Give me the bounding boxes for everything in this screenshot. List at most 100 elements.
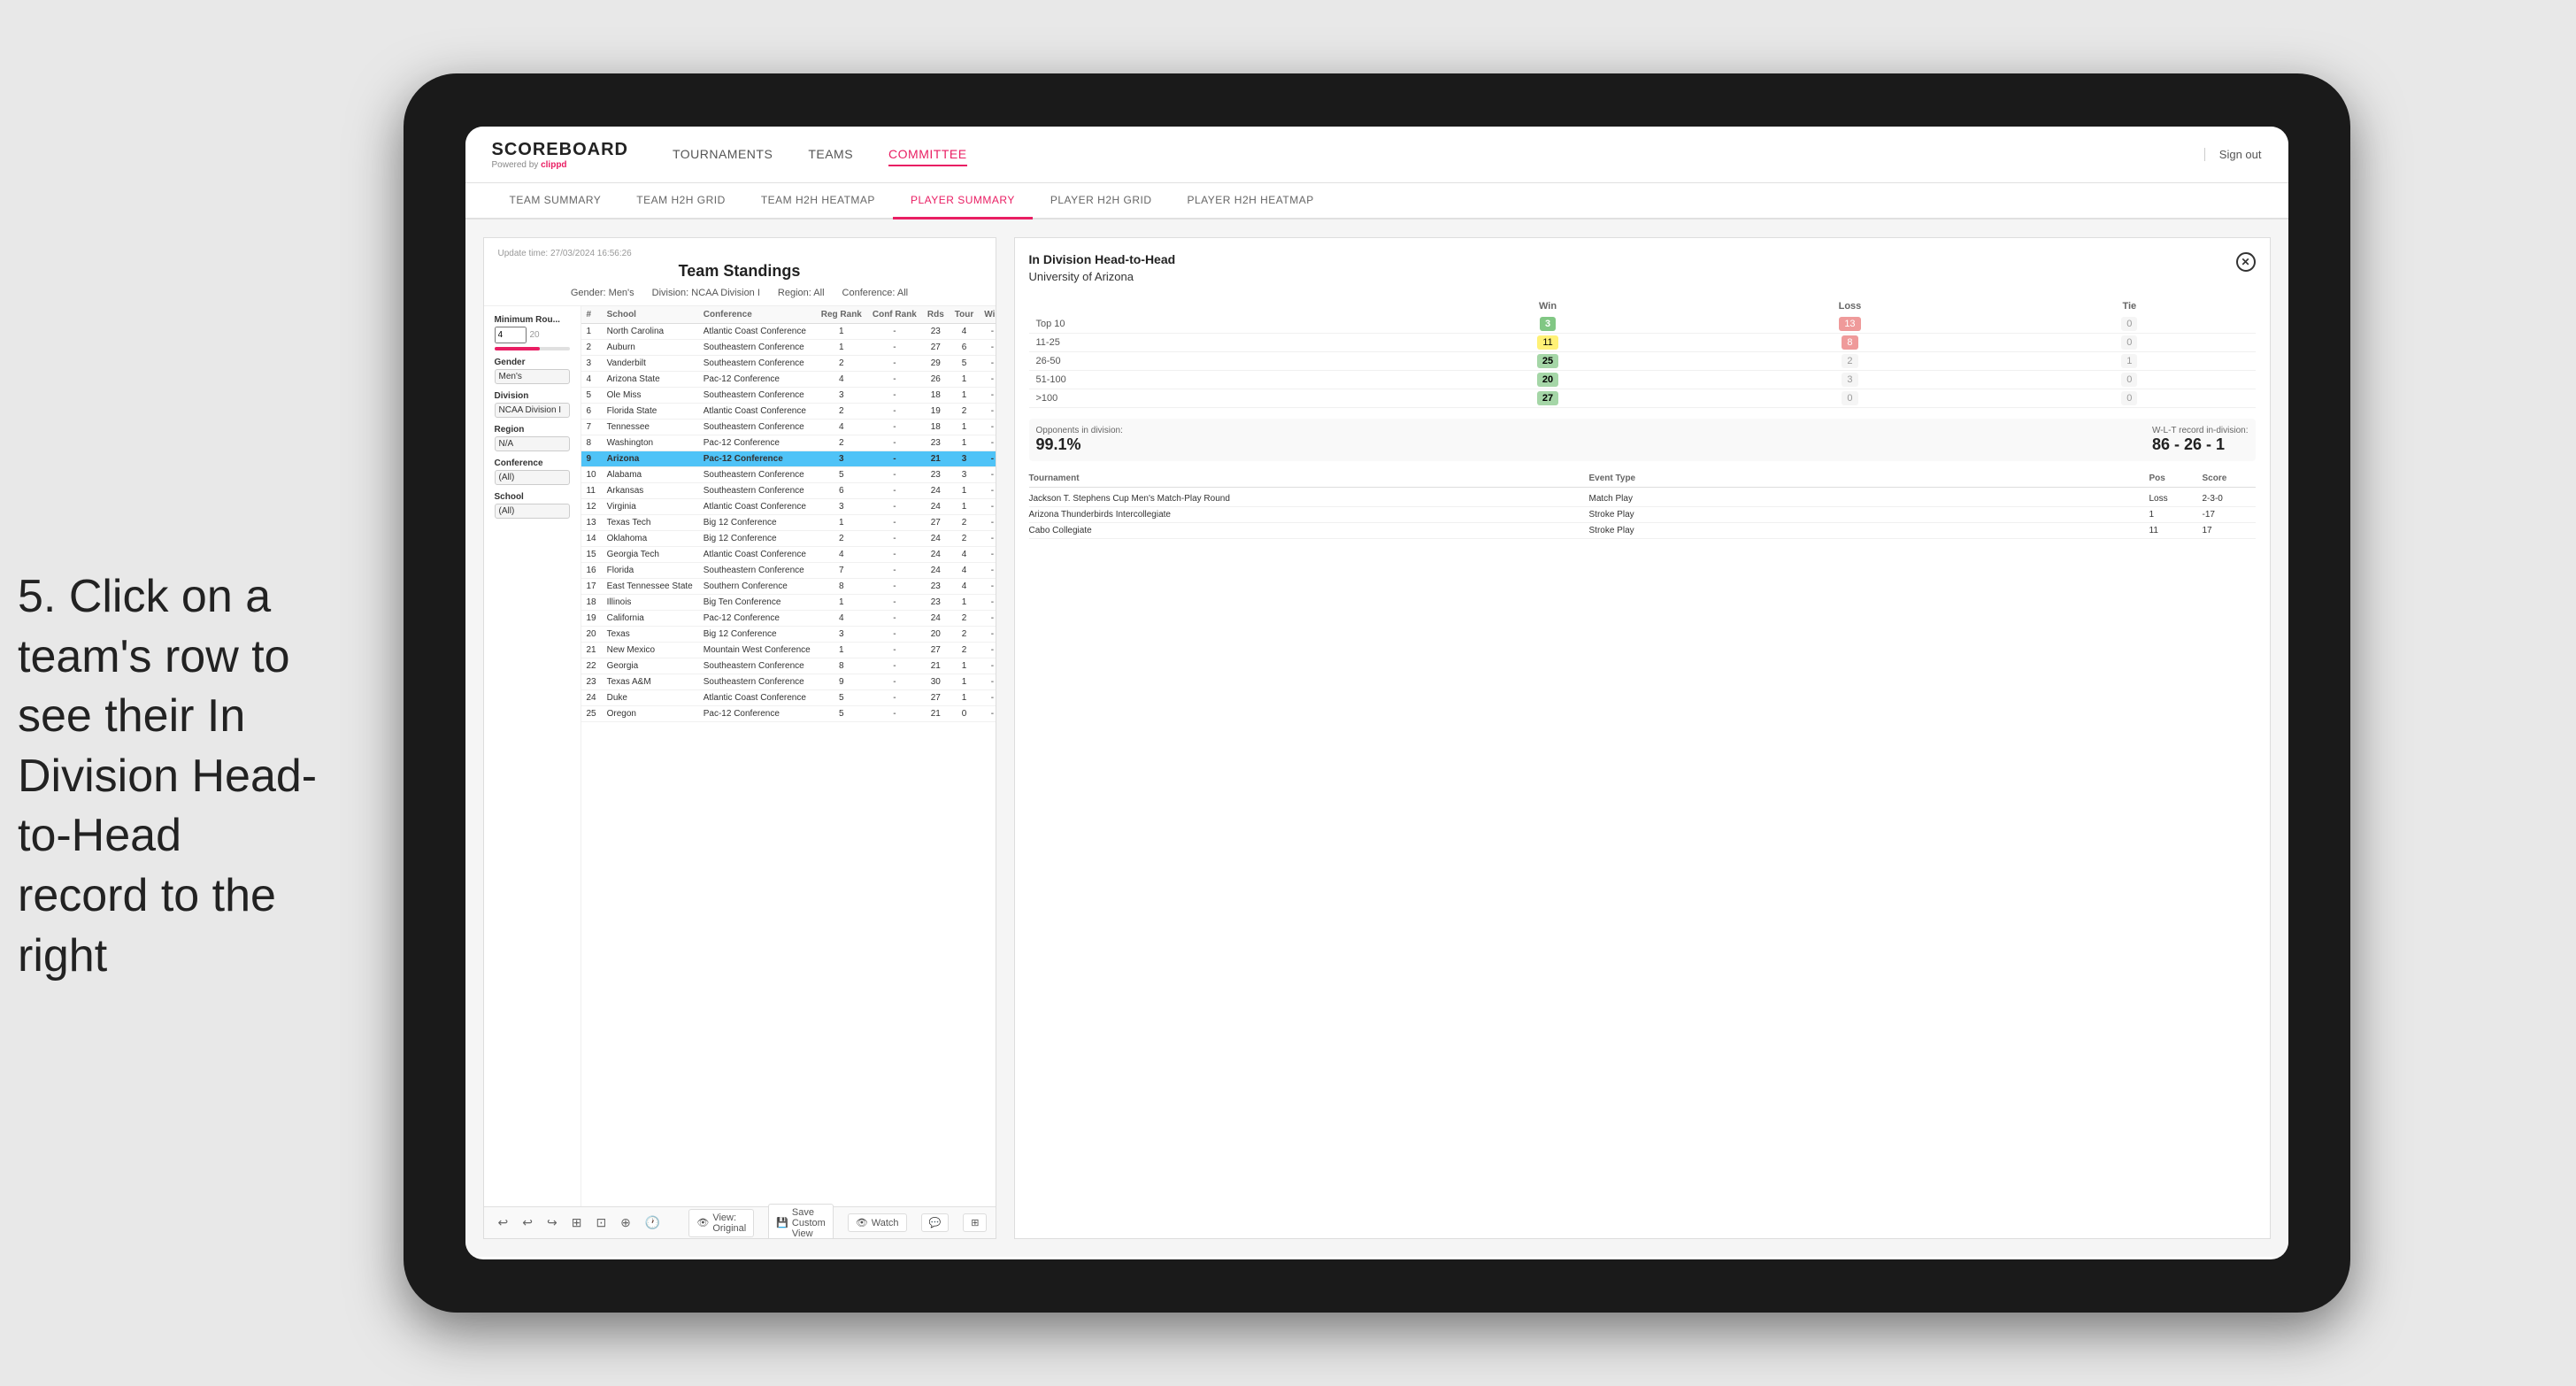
sub-nav-player-h2h-heatmap[interactable]: PLAYER H2H HEATMAP (1170, 183, 1332, 218)
cell-school-14: Oklahoma (602, 531, 698, 547)
standings-row-12[interactable]: 12 Virginia Atlantic Coast Conference 3 … (581, 499, 996, 515)
cell-school-7: Tennessee (602, 420, 698, 435)
h2h-label-100plus: >100 (1029, 389, 1400, 408)
h2h-col-rank (1029, 297, 1400, 315)
conference-select[interactable]: (All) (495, 470, 570, 485)
watch-btn[interactable]: 👁 Watch (848, 1213, 907, 1232)
view-icon: 👁 (696, 1217, 709, 1228)
h2h-row-1125: 11-25 11 8 0 (1029, 334, 2256, 352)
standings-row-4[interactable]: 4 Arizona State Pac-12 Conference 4 - 26… (581, 372, 996, 388)
cell-rds-22: 21 (922, 658, 950, 674)
min-rounds-slider[interactable] (495, 347, 570, 350)
close-h2h-button[interactable]: ✕ (2236, 252, 2256, 272)
standings-row-9[interactable]: 9 Arizona Pac-12 Conference 3 - 21 3 - (581, 451, 996, 467)
view-original-btn[interactable]: 👁 View: Original (688, 1209, 754, 1237)
cell-tour-25: 0 (950, 706, 979, 722)
save-custom-btn[interactable]: 💾 Save Custom View (768, 1204, 834, 1240)
standings-row-14[interactable]: 14 Oklahoma Big 12 Conference 2 - 24 2 - (581, 531, 996, 547)
undo2-icon[interactable]: ↩ (522, 1215, 533, 1230)
standings-row-5[interactable]: 5 Ole Miss Southeastern Conference 3 - 1… (581, 388, 996, 404)
cell-rds-15: 24 (922, 547, 950, 563)
cell-regrank-2: 1 (816, 340, 867, 356)
undo-icon[interactable]: ↩ (498, 1215, 509, 1230)
cell-confrank-12: - (867, 499, 922, 515)
filter-icon[interactable]: ⊞ (572, 1215, 582, 1230)
cell-school-3: Vanderbilt (602, 356, 698, 372)
redo-icon[interactable]: ↪ (547, 1215, 557, 1230)
standings-row-19[interactable]: 19 California Pac-12 Conference 4 - 24 2… (581, 611, 996, 627)
nav-committee[interactable]: COMMITTEE (888, 143, 967, 166)
cell-regrank-16: 7 (816, 563, 867, 579)
sub-nav-team-h2h-heatmap[interactable]: TEAM H2H HEATMAP (743, 183, 893, 218)
school-select[interactable]: (All) (495, 504, 570, 519)
standings-row-23[interactable]: 23 Texas A&M Southeastern Conference 9 -… (581, 674, 996, 690)
filter2-icon[interactable]: ⊡ (596, 1215, 606, 1230)
h2h-title: In Division Head-to-Head University of A… (1029, 252, 1176, 294)
cell-conf-17: Southern Conference (698, 579, 816, 595)
cell-rds-23: 30 (922, 674, 950, 690)
min-rounds-input[interactable] (495, 327, 527, 343)
tournament-row-1[interactable]: Arizona Thunderbirds Intercollegiate Str… (1029, 507, 2256, 523)
standings-row-13[interactable]: 13 Texas Tech Big 12 Conference 1 - 27 2… (581, 515, 996, 531)
filter-row: Gender: Men's Division: NCAA Division I … (498, 288, 981, 298)
h2h-row-2650: 26-50 25 2 1 (1029, 352, 2256, 371)
standings-row-24[interactable]: 24 Duke Atlantic Coast Conference 5 - 27… (581, 690, 996, 706)
h2h-label-top10: Top 10 (1029, 315, 1400, 334)
sub-nav-player-h2h-grid[interactable]: PLAYER H2H GRID (1033, 183, 1170, 218)
tournament-row-2[interactable]: Cabo Collegiate Stroke Play 11 17 (1029, 523, 2256, 539)
standings-row-1[interactable]: 1 North Carolina Atlantic Coast Conferen… (581, 324, 996, 340)
standings-row-15[interactable]: 15 Georgia Tech Atlantic Coast Conferenc… (581, 547, 996, 563)
standings-row-21[interactable]: 21 New Mexico Mountain West Conference 1… (581, 643, 996, 658)
h2h-win-1125: 11 (1399, 334, 1696, 352)
cell-win-19: - (979, 611, 995, 627)
cell-school-10: Alabama (602, 467, 698, 483)
standings-row-2[interactable]: 2 Auburn Southeastern Conference 1 - 27 … (581, 340, 996, 356)
h2h-loss-2650: 2 (1696, 352, 2003, 371)
standings-row-8[interactable]: 8 Washington Pac-12 Conference 2 - 23 1 … (581, 435, 996, 451)
standings-row-17[interactable]: 17 East Tennessee State Southern Confere… (581, 579, 996, 595)
h2h-row-51100: 51-100 20 3 0 (1029, 371, 2256, 389)
standings-row-20[interactable]: 20 Texas Big 12 Conference 3 - 20 2 - (581, 627, 996, 643)
cell-win-23: - (979, 674, 995, 690)
opponents-pct-label: Opponents in division: (1036, 426, 1123, 435)
cell-tour-11: 1 (950, 483, 979, 499)
copy-icon[interactable]: ⊕ (620, 1215, 631, 1230)
grid-btn[interactable]: ⊞ (963, 1213, 987, 1232)
comment-btn[interactable]: 💬 (921, 1213, 950, 1232)
t0-pos: Loss (2149, 494, 2203, 504)
cell-confrank-7: - (867, 420, 922, 435)
gender-select[interactable]: Men's (495, 369, 570, 384)
standings-row-18[interactable]: 18 Illinois Big Ten Conference 1 - 23 1 … (581, 595, 996, 611)
division-select[interactable]: NCAA Division I (495, 403, 570, 418)
cell-rds-12: 24 (922, 499, 950, 515)
cell-tour-13: 2 (950, 515, 979, 531)
standings-row-22[interactable]: 22 Georgia Southeastern Conference 8 - 2… (581, 658, 996, 674)
standings-row-16[interactable]: 16 Florida Southeastern Conference 7 - 2… (581, 563, 996, 579)
standings-row-11[interactable]: 11 Arkansas Southeastern Conference 6 - … (581, 483, 996, 499)
tournament-row-0[interactable]: Jackson T. Stephens Cup Men's Match-Play… (1029, 491, 2256, 507)
standings-row-25[interactable]: 25 Oregon Pac-12 Conference 5 - 21 0 - (581, 706, 996, 722)
standings-row-6[interactable]: 6 Florida State Atlantic Coast Conferenc… (581, 404, 996, 420)
cell-tour-14: 2 (950, 531, 979, 547)
cell-conf-25: Pac-12 Conference (698, 706, 816, 722)
save-icon: 💾 (776, 1217, 788, 1228)
cell-confrank-13: - (867, 515, 922, 531)
sub-nav-team-h2h-grid[interactable]: TEAM H2H GRID (619, 183, 743, 218)
standings-row-7[interactable]: 7 Tennessee Southeastern Conference 4 - … (581, 420, 996, 435)
sign-out-button[interactable]: Sign out (2204, 148, 2262, 161)
region-select[interactable]: N/A (495, 436, 570, 451)
cell-confrank-23: - (867, 674, 922, 690)
cell-school-2: Auburn (602, 340, 698, 356)
cell-regrank-14: 2 (816, 531, 867, 547)
clock-icon[interactable]: 🕐 (645, 1215, 660, 1230)
sub-nav-team-summary[interactable]: TEAM SUMMARY (492, 183, 619, 218)
standings-row-10[interactable]: 10 Alabama Southeastern Conference 5 - 2… (581, 467, 996, 483)
tournament-col-score: Score (2203, 474, 2256, 483)
cell-confrank-24: - (867, 690, 922, 706)
standings-row-3[interactable]: 3 Vanderbilt Southeastern Conference 2 -… (581, 356, 996, 372)
nav-tournaments[interactable]: TOURNAMENTS (673, 143, 773, 166)
annotation-text: 5. Click on a team's row to see their In… (18, 567, 319, 986)
nav-teams[interactable]: TEAMS (808, 143, 853, 166)
sub-nav-player-summary[interactable]: PLAYER SUMMARY (893, 183, 1033, 219)
col-tour: Tour (950, 306, 979, 324)
